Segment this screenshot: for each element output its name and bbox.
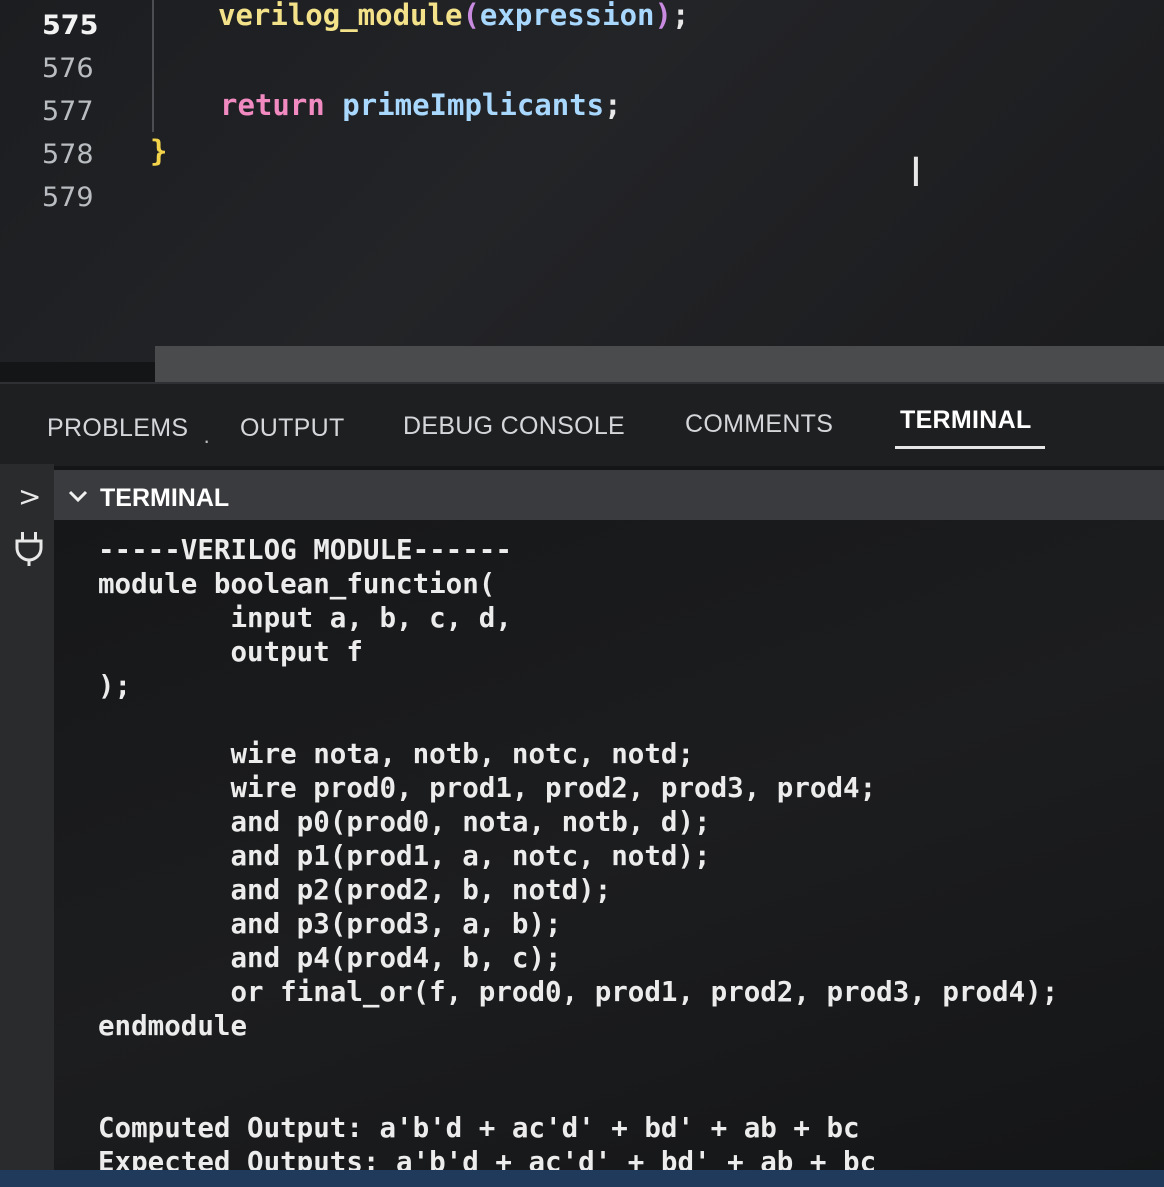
tab-comments[interactable]: COMMENTS [685, 410, 833, 439]
horizontal-scrollbar[interactable] [155, 346, 1164, 382]
panel-tab-bar: PROBLEMS OUTPUT DEBUG CONSOLE COMMENTS T… [0, 382, 1164, 466]
indent-guide [152, 0, 154, 132]
code-line-577[interactable]: return primeImplicants; [220, 88, 622, 122]
code-token-function: verilog_module [218, 0, 463, 32]
status-bar [0, 1170, 1164, 1187]
terminal-line: and p3(prod3, a, b); [98, 908, 562, 940]
tab-output[interactable]: OUTPUT [240, 414, 345, 443]
terminal-line: and p2(prod2, b, notd); [98, 874, 612, 906]
code-editor[interactable]: 575 576 577 578 579 verilog_module(expre… [0, 0, 1164, 362]
tab-debug-console[interactable]: DEBUG CONSOLE [403, 412, 625, 441]
terminal-line: Computed Output: a'b'd + ac'd' + bd' + a… [98, 1112, 860, 1144]
terminal-section-title: TERMINAL [100, 484, 230, 512]
tab-separator-dot: · [203, 428, 211, 453]
chevron-down-icon[interactable] [66, 484, 90, 508]
terminal-line: module boolean_function( [98, 568, 496, 600]
code-token-semicolon: ; [604, 88, 622, 122]
tab-problems[interactable]: PROBLEMS [47, 414, 188, 443]
code-token-identifier: expression [479, 0, 655, 32]
text-cursor-icon: I [910, 150, 922, 196]
plug-icon[interactable] [12, 528, 46, 568]
code-token-paren: ( [462, 0, 480, 32]
terminal-line: and p4(prod4, b, c); [98, 942, 562, 974]
code-token-brace: } [150, 134, 168, 168]
terminal-line: and p0(prod0, nota, notb, d); [98, 806, 711, 838]
terminal-line: -----VERILOG MODULE------ [98, 534, 512, 566]
code-line-575[interactable]: verilog_module(expression); [218, 0, 689, 32]
line-number: 579 [42, 182, 94, 213]
line-number: 577 [42, 96, 94, 127]
line-number: 578 [42, 139, 94, 170]
line-number: 576 [42, 53, 94, 84]
code-line-578[interactable]: } [150, 134, 167, 168]
code-token-paren: ) [654, 0, 672, 32]
terminal-line: wire nota, notb, notc, notd; [98, 738, 695, 770]
line-number-gutter: 575 576 577 578 579 [0, 0, 120, 362]
terminal-line: and p1(prod1, a, notc, notd); [98, 840, 711, 872]
code-token-keyword: return [220, 88, 325, 122]
terminal-line: wire prod0, prod1, prod2, prod3, prod4; [98, 772, 877, 804]
code-token-semicolon: ; [671, 0, 690, 32]
terminal-line: or final_or(f, prod0, prod1, prod2, prod… [98, 976, 1059, 1008]
terminal-side-toolbar [0, 464, 54, 1187]
tab-terminal[interactable]: TERMINAL [900, 406, 1032, 435]
active-tab-indicator [895, 446, 1045, 449]
code-token-identifier: primeImplicants [342, 88, 605, 122]
terminal-line: output f [98, 636, 363, 668]
chevron-right-icon[interactable]: > [18, 480, 41, 513]
terminal-line: endmodule [98, 1010, 248, 1042]
terminal-line: ); [98, 670, 132, 702]
line-number: 575 [42, 10, 99, 41]
terminal-line: input a, b, c, d, [98, 602, 512, 634]
